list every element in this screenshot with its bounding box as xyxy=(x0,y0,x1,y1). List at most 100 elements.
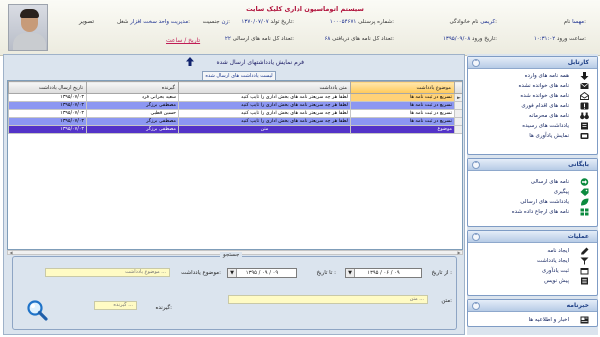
cell-recipient[interactable]: مصطفی برزگر xyxy=(86,125,179,134)
cell-recipient[interactable]: مصطفی برزگر xyxy=(86,101,179,110)
photo-label: تصویر xyxy=(79,18,94,25)
table-row[interactable]: ۱۳۹۵/۰۷/۰۳ حسین قطبی لطفا هر چه سریعتر ن… xyxy=(8,109,462,118)
row-header-cell xyxy=(454,101,462,110)
sidebar-item-new-letter[interactable]: ایجاد نامه xyxy=(468,246,597,256)
sidebar-item-draft[interactable]: پیش نویس xyxy=(468,276,597,286)
binoculars-icon xyxy=(580,112,589,120)
arrow-up-icon[interactable] xyxy=(186,57,194,66)
sidebar-item-confidential[interactable]: نامه های محرمانه xyxy=(468,111,597,121)
column-header-recipient[interactable]: گیرنده xyxy=(86,81,179,94)
datetime-link[interactable]: تاریخ / ساعت xyxy=(166,37,200,44)
cell-date[interactable]: ۱۳۹۵/۰۷/۰۳ xyxy=(8,109,87,118)
sidebar-item-referred[interactable]: نامه های ارجاع داده شده xyxy=(468,207,597,217)
system-title: سیستم اتوماسیون اداری کلیک سایت xyxy=(246,5,364,13)
body-input[interactable]: متن ... xyxy=(228,295,428,304)
chevron-up-icon[interactable]: ˄ xyxy=(472,59,480,67)
sidebar-group-operations: ˄ عملیات ایجاد نامه ایجاد یادداشت ثبت یا… xyxy=(467,230,598,296)
document-icon xyxy=(581,277,588,285)
mail-closed-icon xyxy=(580,82,589,89)
sidebar-group-title[interactable]: ˄ عملیات xyxy=(468,231,597,243)
column-header-subject[interactable]: موضوع یادداشت xyxy=(350,81,455,94)
search-icon[interactable] xyxy=(25,299,49,323)
from-date-label: از تاریخ : xyxy=(431,270,453,276)
cell-subject[interactable]: تسریع در ثبت نامه ها xyxy=(350,101,455,110)
cell-recipient[interactable]: مصطفی برزگر xyxy=(86,117,179,126)
chevron-down-icon[interactable]: ▼ xyxy=(228,269,237,277)
received-count-field: ۶۸ تعداد کل نامه های دریافتی: xyxy=(324,36,394,42)
cell-recipient[interactable]: سعید بحرانی فرد xyxy=(86,93,179,102)
tab-sent-notes[interactable]: لیست یادداشت های ارسال شده xyxy=(202,71,276,80)
row-header-cell xyxy=(454,109,462,118)
sidebar-item-urgent[interactable]: نامه های اقدام فوری xyxy=(468,101,597,111)
column-header-body[interactable]: متن یادداشت xyxy=(178,81,351,94)
sidebar-item-read[interactable]: نامه های خوانده شده xyxy=(468,91,597,101)
cell-subject[interactable]: تسریع در ثبت نامه ها xyxy=(350,117,455,126)
cell-body[interactable]: لطفا هر چه سریعتر نامه های بخش اداری را … xyxy=(178,117,351,126)
from-date-picker[interactable]: ▼ ۱۳۹۵ / ۰۶ / ۰۹ xyxy=(345,268,422,278)
sidebar-group-archive: ˄ بایگانی نامه های ارسالی پیگیری یادداشت… xyxy=(467,158,598,227)
cell-date[interactable]: ۱۳۹۵/۰۷/۰۳ xyxy=(8,125,87,134)
calendar-icon xyxy=(580,268,589,275)
family-field: کریمی نام خانوادگی: xyxy=(449,19,497,25)
sent-notes-grid: تاریخ ارسال یادداشت گیرنده متن یادداشت م… xyxy=(7,80,463,250)
chevron-down-icon[interactable]: ▼ xyxy=(346,269,355,277)
cell-body[interactable]: متن xyxy=(178,125,351,134)
cell-body[interactable]: لطفا هر چه سریعتر نامه های بخش اداری را … xyxy=(178,101,351,110)
login-time-field: ۱۰:۳۱:۰۲ ساعت ورود: xyxy=(533,36,586,42)
row-header-cell xyxy=(454,125,462,134)
sidebar-group-title[interactable]: ˄ کارتابل xyxy=(468,57,597,69)
subject-label: موضوع یادداشت: xyxy=(181,270,221,276)
sidebar-item-unread[interactable]: نامه های خوانده نشده xyxy=(468,81,597,91)
cell-date[interactable]: ۱۳۹۵/۰۷/۰۳ xyxy=(8,117,87,126)
subject-input[interactable]: موضوع یادداشت ... xyxy=(45,268,170,277)
row-header-cell xyxy=(454,117,462,126)
row-indicator-icon: ► xyxy=(454,93,462,102)
sidebar-item-received-notes[interactable]: یادداشت های رسیده xyxy=(468,121,597,131)
sidebar-item-reminders[interactable]: نمایش یادآوری ها xyxy=(468,131,597,141)
sidebar-group-title[interactable]: ˄ خبرنامه xyxy=(468,300,597,312)
main-panel: فرم نمایش یادداشتهای ارسال شده لیست یادد… xyxy=(3,54,465,335)
cell-subject[interactable]: موضوع xyxy=(350,125,455,134)
sidebar-item-add-reminder[interactable]: ثبت یادآوری xyxy=(468,266,597,276)
header-panel: تصویر سیستم اتوماسیون اداری کلیک سایت مه… xyxy=(0,0,600,56)
sidebar-item-new-note[interactable]: ایجاد یادداشت xyxy=(468,256,597,266)
sidebar-item-follow-up[interactable]: پیگیری xyxy=(468,187,597,197)
scroll-left-icon[interactable]: ◀ xyxy=(8,251,14,255)
table-row[interactable]: ۱۳۹۵/۰۷/۰۳ سعید بحرانی فرد لطفا هر چه سر… xyxy=(8,93,462,102)
cell-date[interactable]: ۱۳۹۵/۰۷/۰۳ xyxy=(8,101,87,110)
sidebar-item-sent-letters[interactable]: نامه های ارسالی xyxy=(468,177,597,187)
table-row[interactable]: ۱۳۹۵/۰۷/۰۳ مصطفی برزگر متن موضوع xyxy=(8,125,462,134)
to-date-picker[interactable]: ▼ ۱۳۹۵ / ۰۹ / ۰۹ xyxy=(227,268,297,278)
sidebar-group-title[interactable]: ˄ بایگانی xyxy=(468,159,597,171)
table-row[interactable]: ۱۳۹۵/۰۷/۰۳ مصطفی برزگر لطفا هر چه سریعتر… xyxy=(8,117,462,126)
cell-recipient[interactable]: حسین قطبی xyxy=(86,109,179,118)
search-group: جستجو از تاریخ : ▼ ۱۳۹۵ / ۰۶ / ۰۹ تا تار… xyxy=(12,252,457,330)
table-row[interactable]: ۱۳۹۵/۰۷/۰۳ مصطفی برزگر لطفا هر چه سریعتر… xyxy=(8,101,462,110)
cell-body[interactable]: لطفا هر چه سریعتر نامه های بخش اداری را … xyxy=(178,93,351,102)
alert-icon xyxy=(580,102,589,110)
cell-date[interactable]: ۱۳۹۵/۰۷/۰۳ xyxy=(8,93,87,102)
grid-icon xyxy=(580,208,589,216)
cell-body[interactable]: لطفا هر چه سریعتر نامه های بخش اداری را … xyxy=(178,109,351,118)
tag-icon xyxy=(580,188,589,196)
search-legend: جستجو xyxy=(220,252,243,258)
sidebar-group-kartable: ˄ کارتابل همه نامه های وارده نامه های خو… xyxy=(467,56,598,155)
scroll-right-icon[interactable]: ▶ xyxy=(456,251,462,255)
notes-icon xyxy=(581,122,588,130)
cell-subject[interactable]: تسریع در ثبت نامه ها xyxy=(350,109,455,118)
personnel-id-field: ۱۰۰۰۵۴۶۷۱ شماره پرسنلی: xyxy=(329,19,394,25)
chevron-up-icon[interactable]: ˄ xyxy=(472,161,480,169)
name-field: مهسا نام: xyxy=(563,19,586,25)
chevron-up-icon[interactable]: ˄ xyxy=(472,302,480,310)
column-header-date[interactable]: تاریخ ارسال یادداشت xyxy=(8,81,87,94)
cell-subject[interactable]: تسریع در ثبت نامه ها xyxy=(350,93,455,102)
form-title: فرم نمایش یادداشتهای ارسال شده xyxy=(216,59,304,66)
chevron-up-icon[interactable]: ˄ xyxy=(472,233,480,241)
sidebar-item-news[interactable]: اخبار و اطلاعیه ها xyxy=(468,315,597,325)
mail-open-icon xyxy=(580,92,589,100)
sidebar-item-all-incoming[interactable]: همه نامه های وارده xyxy=(468,71,597,81)
body-label: متن: xyxy=(441,298,452,304)
sidebar-item-sent-notes[interactable]: یادداشت های ارسالی xyxy=(468,197,597,207)
recipient-input[interactable]: گیرنده ... xyxy=(94,301,137,310)
birth-date-field: ۱۳۷۰/۰۷/۰۷ تاریخ تولد: xyxy=(241,19,294,25)
